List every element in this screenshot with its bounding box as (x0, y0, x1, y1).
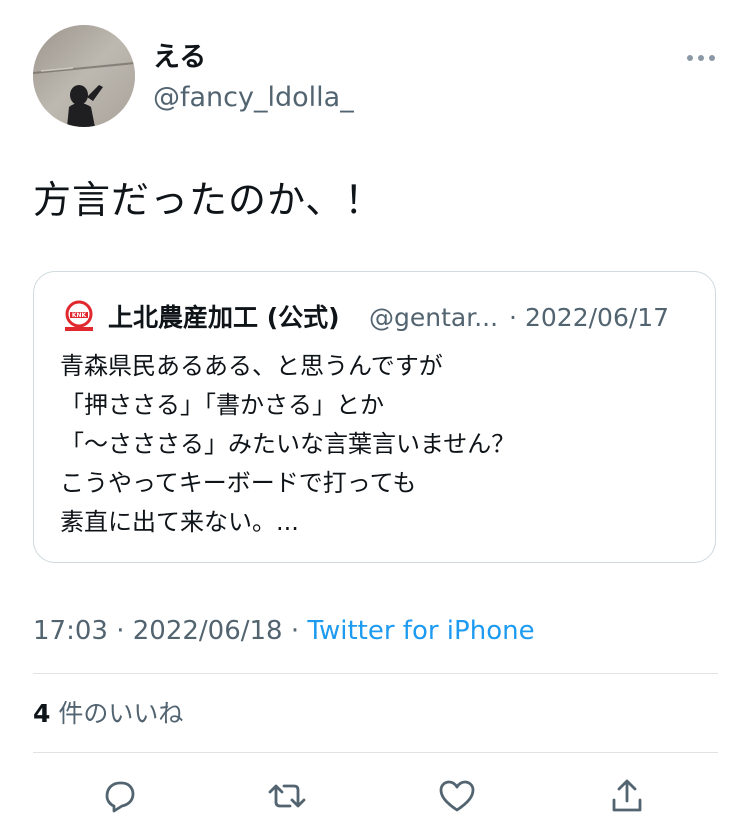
divider (33, 673, 718, 674)
tweet-text: 方言だったのか、！ (33, 178, 384, 222)
avatar[interactable] (33, 25, 135, 127)
quoted-handle: @gentar... (369, 303, 499, 332)
avatar-shadow-photo (33, 25, 135, 127)
author-handle[interactable]: @fancy_ldolla_ (153, 79, 354, 117)
meta-separator: · (290, 616, 300, 646)
quoted-tweet[interactable]: KNK 上北農産加工 (公式) @gentar... · 2022/06/17 … (33, 271, 716, 563)
likes-label: 件のいいね (58, 699, 184, 728)
tweet-meta: 17:03 · 2022/06/18 · Twitter for iPhone (33, 612, 535, 650)
quoted-text-line: 「押ささる」「書かさる」とか (60, 391, 384, 419)
tweet-detail: える @fancy_ldolla_ 方言だったのか、！ KNK 上北農産加工 (… (0, 0, 750, 831)
tweet-source-link[interactable]: Twitter for iPhone (307, 616, 534, 646)
tweet-time: 17:03 (33, 616, 108, 646)
share-icon[interactable] (605, 774, 649, 818)
quoted-display-name: 上北農産加工 (公式) (108, 303, 340, 332)
retweet-icon[interactable] (265, 774, 309, 818)
quoted-date: 2022/06/17 (525, 303, 670, 332)
divider (33, 752, 718, 753)
quoted-text-line: こうやってキーボードで打っても (60, 469, 417, 497)
meta-separator: · (116, 616, 125, 646)
quoted-text-line: 「〜さささる」みたいな言葉言いません？ (60, 430, 516, 458)
likes-count: 4 (33, 699, 51, 728)
tweet-date: 2022/06/18 (132, 616, 283, 646)
quoted-text-line: 素直に出て来ない。... (60, 508, 299, 536)
quoted-text: 青森県民あるある、と思うんですが 「押ささる」「書かさる」とか 「〜さささる」み… (60, 347, 700, 542)
quoted-separator: · (509, 303, 517, 332)
knk-logo-text: KNK (72, 312, 87, 319)
reply-icon[interactable] (97, 774, 141, 818)
like-icon[interactable] (435, 774, 479, 818)
more-options-icon[interactable] (685, 46, 717, 70)
quoted-text-line: 青森県民あるある、と思うんですが (60, 352, 443, 380)
author-display-name[interactable]: える (153, 39, 206, 77)
knk-logo-icon: KNK (65, 300, 93, 331)
likes-stat[interactable]: 4 件のいいね (33, 696, 183, 732)
